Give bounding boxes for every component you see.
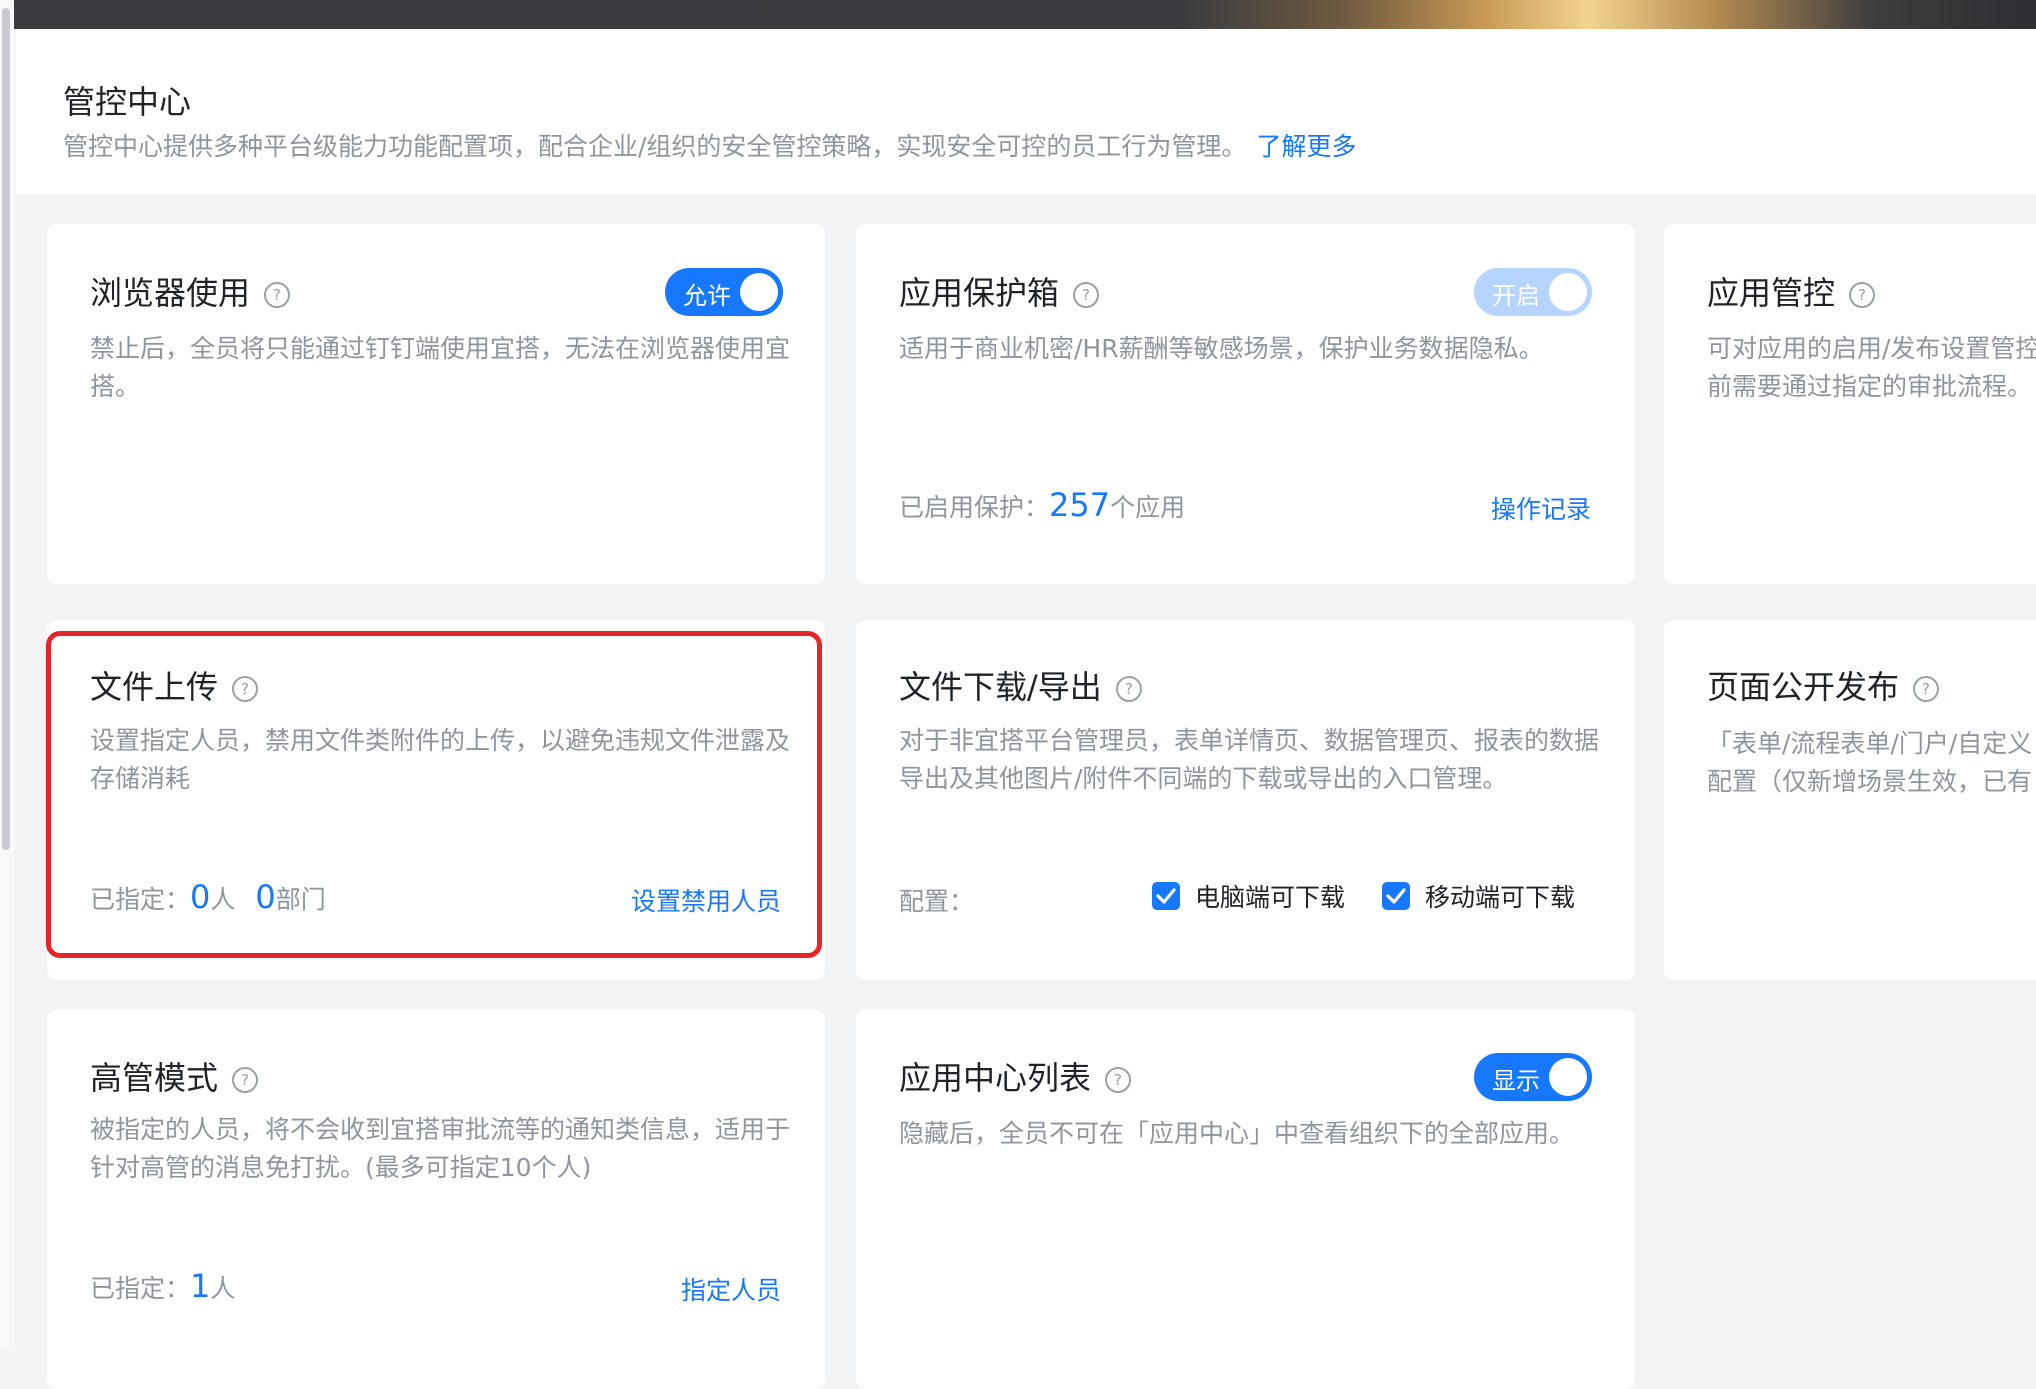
card-page-publish: 页面公开发布? 「表单/流程表单/门户/自定义 配置（仅新增场景生效，已有 <box>1664 620 2036 980</box>
help-icon[interactable]: ? <box>1913 676 1940 702</box>
card-description: 可对应用的启用/发布设置管控 前需要通过指定的审批流程。 <box>1707 330 2036 406</box>
set-banned-users-link[interactable]: 设置禁用人员 <box>631 882 781 918</box>
protected-apps-count: 257 <box>1049 486 1111 524</box>
toggle-label: 开启 <box>1492 282 1540 310</box>
card-title: 文件上传? <box>90 662 259 708</box>
pc-download-checkbox[interactable] <box>1152 882 1180 910</box>
card-description-line: 「表单/流程表单/门户/自定义 <box>1707 729 2033 758</box>
card-app-protect-box: 应用保护箱? 开启 适用于商业机密/HR薪酬等敏感场景，保护业务数据隐私。 已启… <box>856 224 1635 584</box>
browser-usage-toggle[interactable]: 允许 <box>665 268 783 316</box>
learn-more-link[interactable]: 了解更多 <box>1256 132 1356 161</box>
card-description-line: 前需要通过指定的审批流程。 <box>1707 372 2033 401</box>
pc-download-label[interactable]: 电脑端可下载 <box>1195 878 1345 914</box>
scrollbar-thumb[interactable] <box>2 8 10 850</box>
card-description: 被指定的人员，将不会收到宜搭审批流等的通知类信息，适用于针对高管的消息免打扰。(… <box>90 1115 791 1182</box>
toggle-knob <box>740 273 778 311</box>
help-icon[interactable]: ? <box>1115 676 1142 702</box>
toggle-label: 允许 <box>683 282 731 310</box>
assigned-summary: 已指定：0人 0部门 <box>90 878 326 916</box>
card-title-text: 应用保护箱 <box>899 274 1060 312</box>
operation-log-link[interactable]: 操作记录 <box>1491 490 1591 526</box>
card-title: 应用管控? <box>1707 268 1876 314</box>
card-title: 应用中心列表? <box>899 1053 1132 1099</box>
card-description: 设置指定人员，禁用文件类附件的上传，以避免违规文件泄露及存储消耗 <box>90 726 791 793</box>
help-icon[interactable]: ? <box>232 676 259 702</box>
assigned-people-count: 1 <box>190 1267 211 1305</box>
card-description: 对于非宜搭平台管理员，表单详情页、数据管理页、报表的数据导出及其他图片/附件不同… <box>899 726 1600 793</box>
card-description: 禁止后，全员将只能通过钉钉端使用宜搭，无法在浏览器使用宜搭。 <box>90 334 791 401</box>
help-icon[interactable]: ? <box>264 282 291 308</box>
card-title-text: 文件下载/导出 <box>899 668 1102 706</box>
assigned-dept-unit: 部门 <box>275 885 326 914</box>
card-description-line: 可对应用的启用/发布设置管控 <box>1707 334 2036 363</box>
assigned-people-count: 0 <box>190 878 211 916</box>
assign-users-link[interactable]: 指定人员 <box>681 1271 781 1307</box>
assigned-dept-count: 0 <box>255 878 276 916</box>
card-title: 文件下载/导出? <box>899 662 1142 708</box>
card-browser-usage: 浏览器使用? 允许 禁止后，全员将只能通过钉钉端使用宜搭，无法在浏览器使用宜搭。 <box>47 224 825 584</box>
protected-apps-label: 已启用保护： <box>899 493 1050 522</box>
card-title-text: 浏览器使用 <box>90 274 251 312</box>
card-title: 页面公开发布? <box>1707 662 1940 708</box>
app-center-list-toggle[interactable]: 显示 <box>1474 1053 1592 1101</box>
card-executive-mode: 高管模式? 被指定的人员，将不会收到宜搭审批流等的通知类信息，适用于针对高管的消… <box>47 1009 825 1389</box>
help-icon[interactable]: ? <box>232 1067 259 1093</box>
card-file-download: 文件下载/导出? 对于非宜搭平台管理员，表单详情页、数据管理页、报表的数据导出及… <box>856 620 1635 980</box>
card-app-control: 应用管控? 可对应用的启用/发布设置管控 前需要通过指定的审批流程。 <box>1664 224 2036 584</box>
help-icon[interactable]: ? <box>1849 282 1876 308</box>
card-title-text: 高管模式 <box>90 1059 219 1097</box>
card-description: 隐藏后，全员不可在「应用中心」中查看组织下的全部应用。 <box>899 1119 1575 1148</box>
toggle-knob <box>1549 273 1587 311</box>
assigned-people-unit: 人 <box>210 1274 236 1303</box>
scrollbar-track[interactable] <box>0 0 14 1350</box>
assigned-label: 已指定： <box>90 885 191 914</box>
toggle-knob <box>1549 1058 1587 1096</box>
card-app-center-list: 应用中心列表? 显示 隐藏后，全员不可在「应用中心」中查看组织下的全部应用。 <box>856 1009 1635 1389</box>
app-protect-box-toggle[interactable]: 开启 <box>1474 268 1592 316</box>
assigned-label: 已指定： <box>90 1274 191 1303</box>
card-title-text: 应用中心列表 <box>899 1059 1092 1097</box>
card-title-text: 文件上传 <box>90 668 219 706</box>
config-label: 配置： <box>899 887 975 916</box>
help-icon[interactable]: ? <box>1105 1067 1132 1093</box>
assigned-people-unit: 人 <box>210 885 236 914</box>
card-title: 浏览器使用? <box>90 268 291 314</box>
help-icon[interactable]: ? <box>1073 282 1100 308</box>
card-file-upload: 文件上传? 设置指定人员，禁用文件类附件的上传，以避免违规文件泄露及存储消耗 已… <box>47 620 825 980</box>
protected-apps-summary: 已启用保护：257个应用 <box>899 486 1185 524</box>
page-header: 管控中心 管控中心提供多种平台级能力功能配置项，配合企业/组织的安全管控策略，实… <box>16 29 2036 195</box>
card-description: 「表单/流程表单/门户/自定义 配置（仅新增场景生效，已有 <box>1707 725 2032 801</box>
page-description-text: 管控中心提供多种平台级能力功能配置项，配合企业/组织的安全管控策略，实现安全可控… <box>63 132 1247 161</box>
mobile-download-label[interactable]: 移动端可下载 <box>1425 878 1575 914</box>
card-description-line: 配置（仅新增场景生效，已有 <box>1707 767 2033 796</box>
assigned-summary: 已指定：1人 <box>90 1267 235 1305</box>
card-description: 适用于商业机密/HR薪酬等敏感场景，保护业务数据隐私。 <box>899 334 1544 363</box>
card-title-text: 应用管控 <box>1707 274 1836 312</box>
toggle-label: 显示 <box>1492 1067 1540 1095</box>
card-title: 高管模式? <box>90 1053 259 1099</box>
card-title: 应用保护箱? <box>899 268 1100 314</box>
page-title: 管控中心 <box>63 83 192 121</box>
mobile-download-checkbox[interactable] <box>1382 882 1410 910</box>
page-description: 管控中心提供多种平台级能力功能配置项，配合企业/组织的安全管控策略，实现安全可控… <box>63 127 1356 163</box>
top-banner <box>0 0 2036 29</box>
protected-apps-unit: 个应用 <box>1110 493 1186 522</box>
card-title-text: 页面公开发布 <box>1707 668 1900 706</box>
